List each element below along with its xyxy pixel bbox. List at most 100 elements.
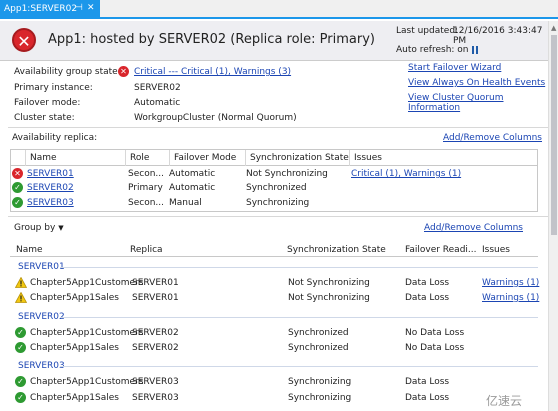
error-icon: ✕ [12, 168, 23, 179]
db-sync-state: Synchronized [288, 328, 349, 338]
view-health-events-link[interactable]: View Always On Health Events [408, 78, 545, 88]
close-icon[interactable]: ✕ [87, 3, 95, 13]
replica-name-link[interactable]: SERVER01 [27, 169, 74, 179]
status-column-header [11, 150, 25, 166]
db-add-remove-columns-link[interactable]: Add/Remove Columns [424, 223, 523, 233]
db-column-header-failover-readiness[interactable]: Failover Readi... [405, 245, 477, 255]
vertical-scrollbar[interactable]: ▲ [548, 21, 558, 411]
db-sync-state: Not Synchronizing [288, 278, 370, 288]
warning-icon [15, 292, 27, 303]
db-sync-state: Synchronizing [288, 393, 352, 403]
group-header-server01[interactable]: SERVER01 [18, 262, 65, 272]
ok-check-icon: ✓ [15, 327, 26, 338]
db-replica: SERVER01 [132, 293, 179, 303]
db-sync-state: Synchronizing [288, 377, 352, 387]
db-column-header-sync-state[interactable]: Synchronization State [287, 245, 386, 255]
column-header-sync-state[interactable]: Synchronization State [245, 150, 349, 166]
db-sync-state: Not Synchronizing [288, 293, 370, 303]
replica-sync-state: Not Synchronizing [246, 169, 328, 179]
db-failover-readiness: Data Loss [405, 393, 450, 403]
db-replica: SERVER01 [132, 278, 179, 288]
db-replica: SERVER03 [132, 377, 179, 387]
group-header-server03[interactable]: SERVER03 [18, 361, 65, 371]
page-title: App1: hosted by SERVER02 (Replica role: … [48, 32, 375, 47]
column-header-name[interactable]: Name [25, 150, 125, 166]
error-icon: ✕ [118, 66, 129, 77]
document-tabstrip: App1:SERVER02 ⊣ ✕ [0, 0, 558, 19]
last-updated-label: Last updated: [396, 26, 459, 36]
watermark: 亿速云 [486, 394, 523, 408]
auto-refresh-label: Auto refresh: on [396, 45, 469, 55]
column-header-failover-mode[interactable]: Failover Mode [169, 150, 245, 166]
group-divider [60, 267, 538, 268]
db-column-header-issues[interactable]: Issues [482, 245, 510, 255]
column-header-role[interactable]: Role [125, 150, 169, 166]
tab-app1-server02[interactable]: App1:SERVER02 ⊣ ✕ [0, 0, 100, 19]
view-quorum-info-link[interactable]: View Cluster Quorum Information [408, 93, 558, 113]
db-failover-readiness: No Data Loss [405, 328, 465, 338]
tab-title: App1:SERVER02 [4, 4, 78, 14]
replica-failover-mode: Manual [169, 198, 202, 208]
db-sync-state: Synchronized [288, 343, 349, 353]
failover-mode-value: Automatic [134, 98, 181, 108]
failover-mode-label: Failover mode: [14, 98, 81, 108]
ag-state-link[interactable]: Critical --- Critical (1), Warnings (3) [134, 67, 291, 77]
group-divider [60, 366, 538, 367]
scrollbar-thumb[interactable] [551, 35, 557, 235]
db-name: Chapter5App1Customers [30, 328, 144, 338]
cluster-state-label: Cluster state: [14, 113, 75, 123]
scroll-up-icon[interactable]: ▲ [551, 24, 556, 32]
db-name: Chapter5App1Customers [30, 278, 144, 288]
primary-instance-label: Primary instance: [14, 83, 93, 93]
group-header-server02[interactable]: SERVER02 [18, 312, 65, 322]
db-issues-link[interactable]: Warnings (1) [482, 278, 539, 288]
replica-name-link[interactable]: SERVER02 [27, 183, 74, 193]
ok-check-icon: ✓ [12, 182, 23, 193]
db-issues-link[interactable]: Warnings (1) [482, 293, 539, 303]
ok-check-icon: ✓ [15, 392, 26, 403]
replica-role: Primary [128, 183, 163, 193]
db-name: Chapter5App1Customers [30, 377, 144, 387]
cluster-state-value: WorkgroupCluster (Normal Quorum) [134, 113, 297, 123]
section-divider [8, 127, 548, 128]
db-name: Chapter5App1Sales [30, 343, 119, 353]
critical-status-icon: ✕ [12, 28, 36, 52]
db-failover-readiness: Data Loss [405, 293, 450, 303]
group-by-label: Group by [14, 223, 56, 233]
db-failover-readiness: Data Loss [405, 278, 450, 288]
pin-icon[interactable]: ⊣ [75, 3, 83, 13]
replica-failover-mode: Automatic [169, 169, 216, 179]
replica-grid-header: Name Role Failover Mode Synchronization … [11, 150, 537, 166]
replica-failover-mode: Automatic [169, 183, 216, 193]
dashboard-header: ✕ App1: hosted by SERVER02 (Replica role… [0, 21, 558, 61]
db-column-header-name[interactable]: Name [16, 245, 43, 255]
ok-check-icon: ✓ [15, 342, 26, 353]
group-by-dropdown[interactable]: Group by ▼ [14, 223, 64, 233]
dropdown-arrow-icon: ▼ [58, 224, 64, 232]
pause-icon[interactable] [471, 46, 479, 54]
replica-add-remove-columns-link[interactable]: Add/Remove Columns [443, 133, 542, 143]
db-failover-readiness: No Data Loss [405, 343, 465, 353]
db-column-header-replica[interactable]: Replica [130, 245, 163, 255]
db-replica: SERVER03 [132, 393, 179, 403]
last-updated-value: 12/16/2016 3:43:47 PM [453, 26, 543, 46]
section-divider [8, 216, 548, 217]
replica-issues-link[interactable]: Critical (1), Warnings (1) [351, 169, 461, 179]
db-name: Chapter5App1Sales [30, 293, 119, 303]
db-name: Chapter5App1Sales [30, 393, 119, 403]
column-header-issues[interactable]: Issues [349, 150, 537, 166]
db-header-divider [10, 256, 538, 257]
start-failover-wizard-link[interactable]: Start Failover Wizard [408, 63, 501, 73]
replica-section-title: Availability replica: [12, 133, 98, 143]
replica-role: Secon... [128, 169, 164, 179]
warning-icon [15, 277, 27, 288]
replica-sync-state: Synchronizing [246, 198, 310, 208]
ok-check-icon: ✓ [12, 197, 23, 208]
db-failover-readiness: Data Loss [405, 377, 450, 387]
db-replica: SERVER02 [132, 343, 179, 353]
replica-sync-state: Synchronized [246, 183, 307, 193]
db-replica: SERVER02 [132, 328, 179, 338]
ag-state-label: Availability group state: [14, 67, 121, 77]
replica-name-link[interactable]: SERVER03 [27, 198, 74, 208]
primary-instance-value: SERVER02 [134, 83, 181, 93]
